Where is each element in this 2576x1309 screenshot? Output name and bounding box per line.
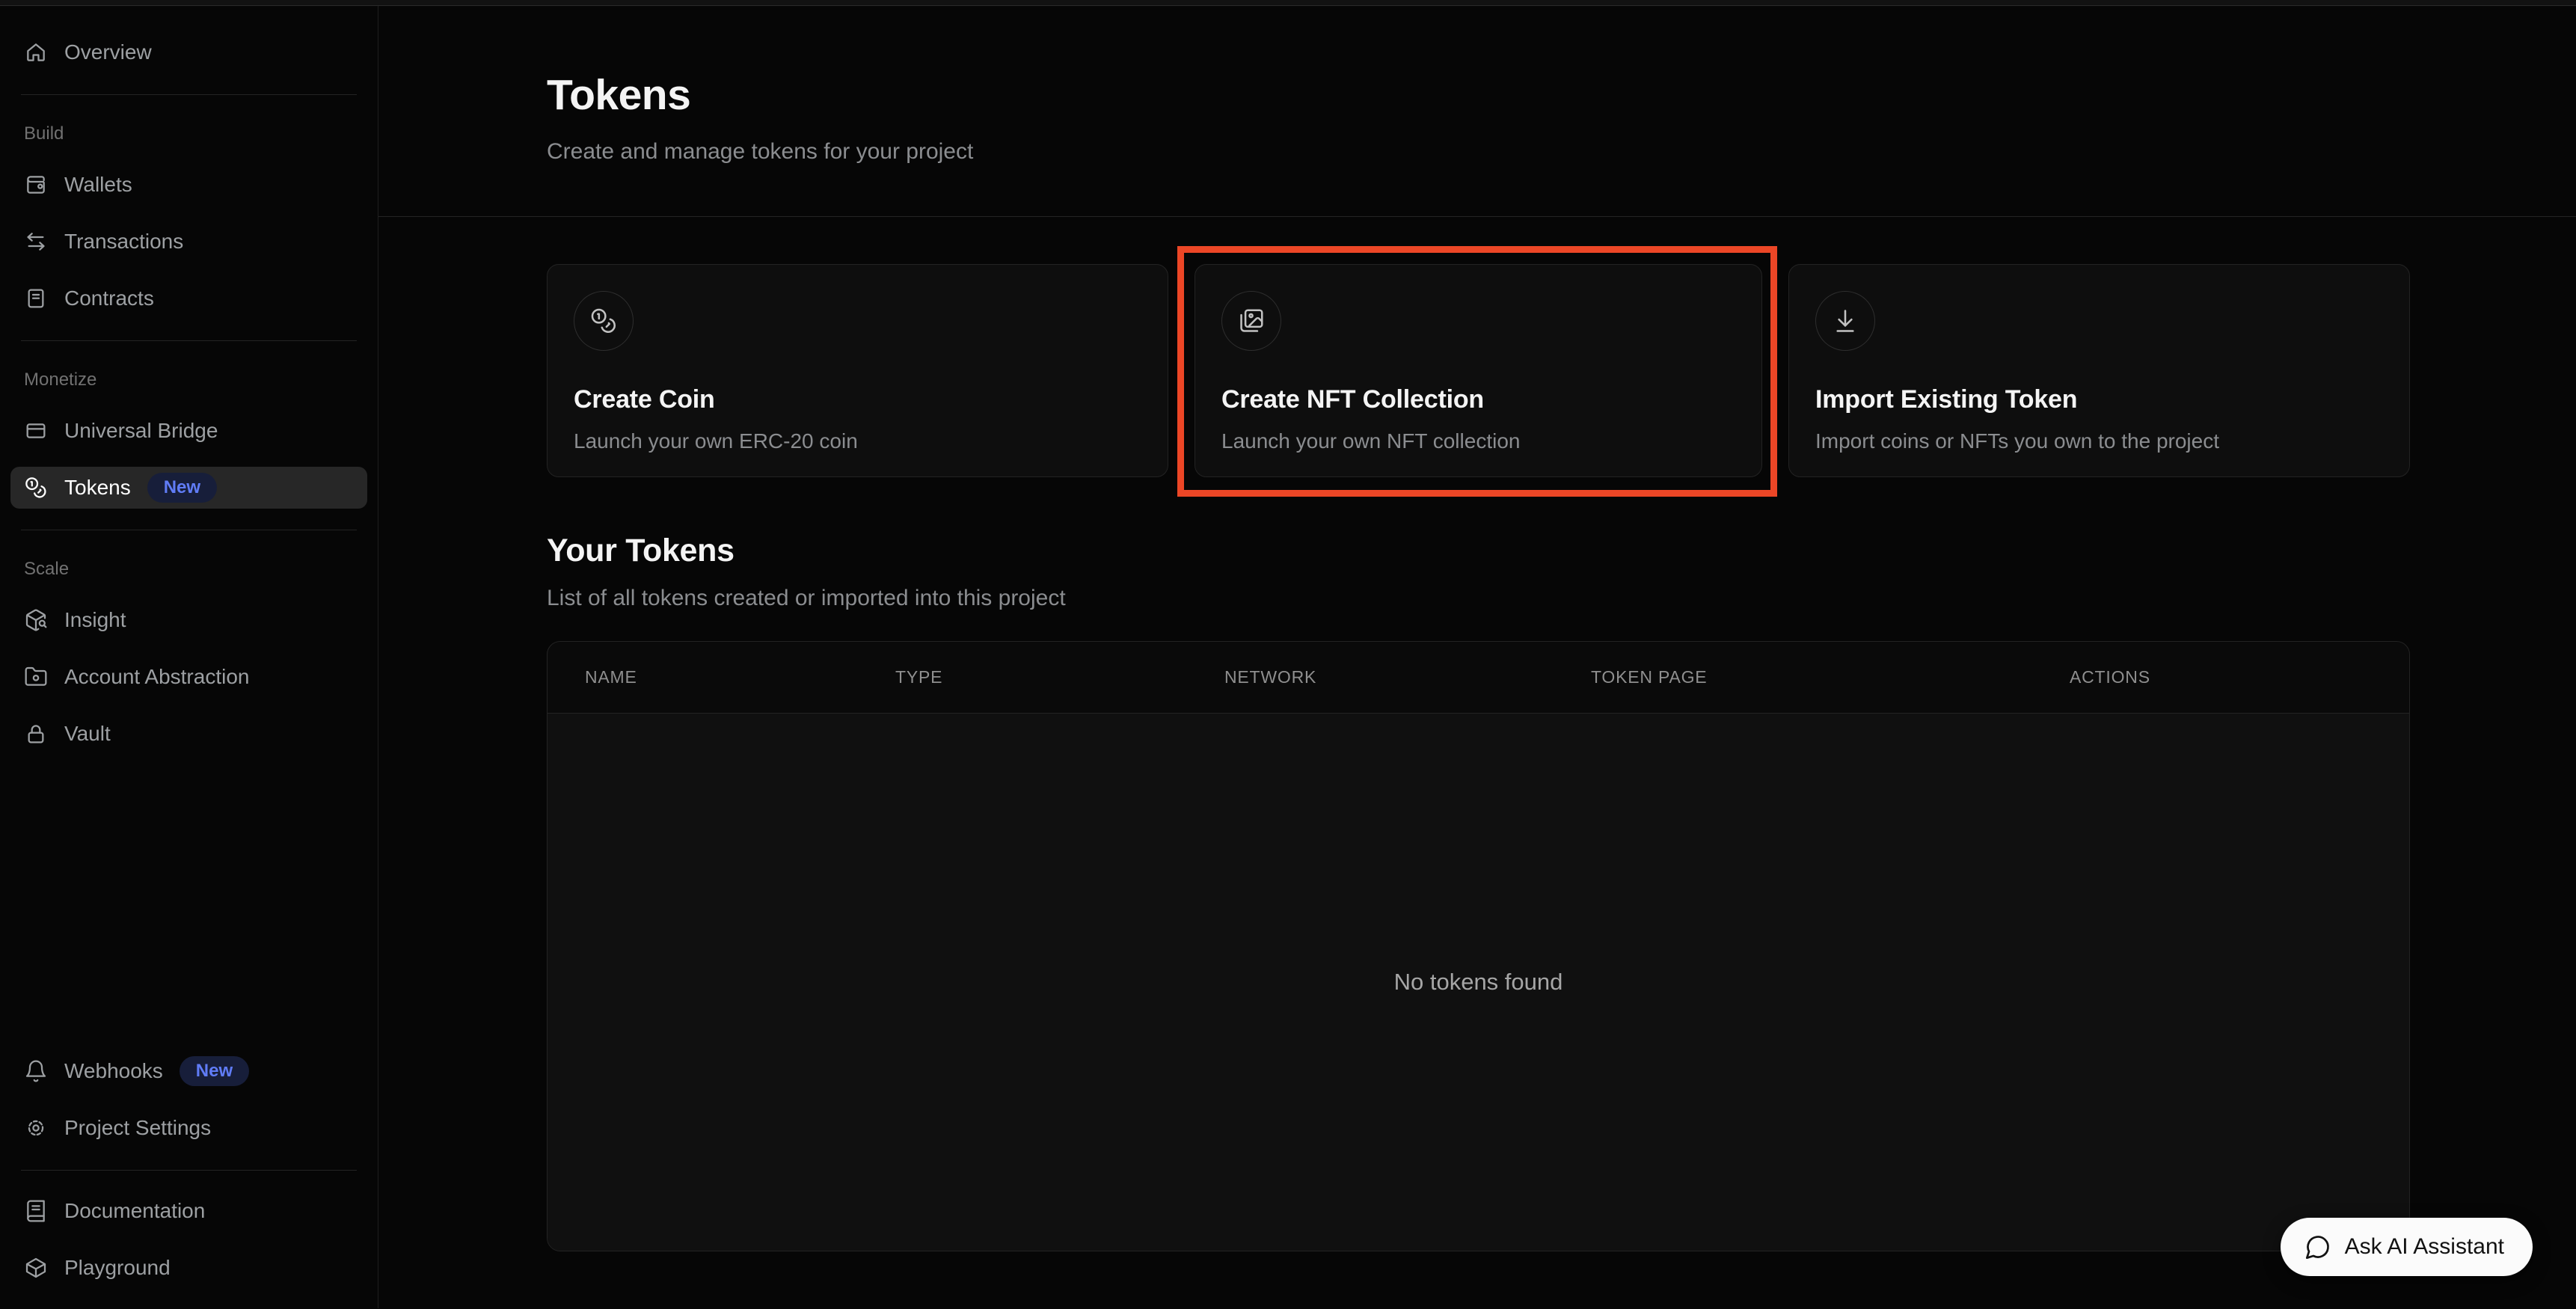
sidebar-item-label: Webhooks [64, 1059, 163, 1083]
images-icon [1221, 291, 1281, 351]
coins-icon [574, 291, 634, 351]
download-icon [1815, 291, 1875, 351]
column-header-network: NETWORK [1224, 667, 1591, 687]
sidebar-item-tokens[interactable]: Tokens New [10, 467, 367, 509]
column-header-actions: ACTIONS [2070, 667, 2409, 687]
sidebar-item-project-settings[interactable]: Project Settings [10, 1107, 367, 1149]
tokens-table-body: No tokens found [548, 714, 2409, 1251]
page-subtitle: Create and manage tokens for your projec… [547, 139, 2410, 165]
sidebar-item-label: Account Abstraction [64, 665, 249, 689]
new-badge: New [180, 1056, 249, 1086]
sidebar-item-label: Insight [64, 608, 126, 632]
sidebar-section-scale: Scale [24, 559, 355, 580]
sidebar-item-webhooks[interactable]: Webhooks New [10, 1050, 367, 1092]
tokens-table-header: NAME TYPE NETWORK TOKEN PAGE ACTIONS [548, 642, 2409, 714]
sidebar-item-label: Contracts [64, 286, 154, 310]
sidebar-item-contracts[interactable]: Contracts [10, 278, 367, 319]
coins-icon [24, 476, 48, 500]
create-nft-collection-card[interactable]: Create NFT Collection Launch your own NF… [1195, 264, 1762, 477]
divider [21, 1170, 357, 1171]
sidebar-item-vault[interactable]: Vault [10, 713, 367, 755]
card-subtitle: Launch your own NFT collection [1221, 429, 1735, 453]
divider [21, 94, 357, 95]
bell-icon [24, 1059, 48, 1083]
package-search-icon [24, 608, 48, 632]
highlighted-card-wrapper: Create NFT Collection Launch your own NF… [1195, 264, 1762, 477]
sidebar-item-transactions[interactable]: Transactions [10, 221, 367, 263]
main-content: Tokens Create and manage tokens for your… [378, 6, 2576, 1308]
sidebar-item-playground[interactable]: Playground [10, 1247, 367, 1289]
token-action-cards: Create Coin Launch your own ERC-20 coin … [547, 264, 2410, 477]
lock-icon [24, 722, 48, 746]
sidebar-item-wallets[interactable]: Wallets [10, 164, 367, 206]
gear-icon [24, 1116, 48, 1140]
sidebar-item-universal-bridge[interactable]: Universal Bridge [10, 410, 367, 452]
home-icon [24, 40, 48, 64]
credit-card-icon [24, 419, 48, 443]
sidebar-section-monetize: Monetize [24, 370, 355, 390]
create-coin-card[interactable]: Create Coin Launch your own ERC-20 coin [547, 264, 1168, 477]
card-title: Create NFT Collection [1221, 385, 1735, 414]
sidebar-item-insight[interactable]: Insight [10, 599, 367, 641]
sidebar-item-label: Universal Bridge [64, 419, 218, 443]
page-content: Create Coin Launch your own ERC-20 coin … [378, 217, 2576, 1251]
cube-icon [24, 1256, 48, 1280]
your-tokens-subtitle: List of all tokens created or imported i… [547, 586, 2410, 611]
card-title: Import Existing Token [1815, 385, 2383, 414]
sidebar-item-label: Vault [64, 722, 111, 746]
sidebar-item-label: Documentation [64, 1199, 205, 1223]
page-header: Tokens Create and manage tokens for your… [378, 6, 2576, 217]
sidebar-item-label: Overview [64, 40, 152, 64]
window-chrome-strip [0, 0, 2576, 6]
sidebar: Overview Build Wallets Transactions [0, 6, 378, 1308]
column-header-name: NAME [585, 667, 895, 687]
ask-ai-assistant-label: Ask AI Assistant [2345, 1234, 2504, 1260]
sidebar-item-overview[interactable]: Overview [10, 31, 367, 73]
tokens-table: NAME TYPE NETWORK TOKEN PAGE ACTIONS No … [547, 641, 2410, 1251]
column-header-token-page: TOKEN PAGE [1591, 667, 2070, 687]
import-existing-token-card[interactable]: Import Existing Token Import coins or NF… [1788, 264, 2410, 477]
card-title: Create Coin [574, 385, 1141, 414]
new-badge: New [147, 473, 217, 503]
sidebar-item-account-abstraction[interactable]: Account Abstraction [10, 656, 367, 698]
sidebar-section-build: Build [24, 123, 355, 144]
card-subtitle: Import coins or NFTs you own to the proj… [1815, 429, 2383, 453]
sidebar-nav: Overview Build Wallets Transactions [0, 31, 378, 755]
chat-bubble-icon [2304, 1233, 2331, 1260]
sidebar-item-label: Tokens [64, 476, 131, 500]
sidebar-footer: Webhooks New Project Settings Documentat… [0, 1050, 378, 1289]
ask-ai-assistant-button[interactable]: Ask AI Assistant [2281, 1218, 2533, 1276]
arrows-left-right-icon [24, 230, 48, 254]
your-tokens-title: Your Tokens [547, 533, 2410, 569]
sidebar-item-label: Transactions [64, 230, 183, 254]
empty-state-message: No tokens found [1394, 969, 1563, 996]
book-icon [24, 1199, 48, 1223]
page-title: Tokens [547, 70, 2410, 120]
sidebar-item-label: Wallets [64, 173, 132, 197]
document-icon [24, 286, 48, 310]
column-header-type: TYPE [895, 667, 1224, 687]
sidebar-item-label: Playground [64, 1256, 171, 1280]
wallet-icon [24, 173, 48, 197]
divider [21, 340, 357, 341]
sidebar-item-documentation[interactable]: Documentation [10, 1190, 367, 1232]
sidebar-item-label: Project Settings [64, 1116, 211, 1140]
folder-icon [24, 665, 48, 689]
card-subtitle: Launch your own ERC-20 coin [574, 429, 1141, 453]
app-container: Overview Build Wallets Transactions [0, 6, 2576, 1308]
